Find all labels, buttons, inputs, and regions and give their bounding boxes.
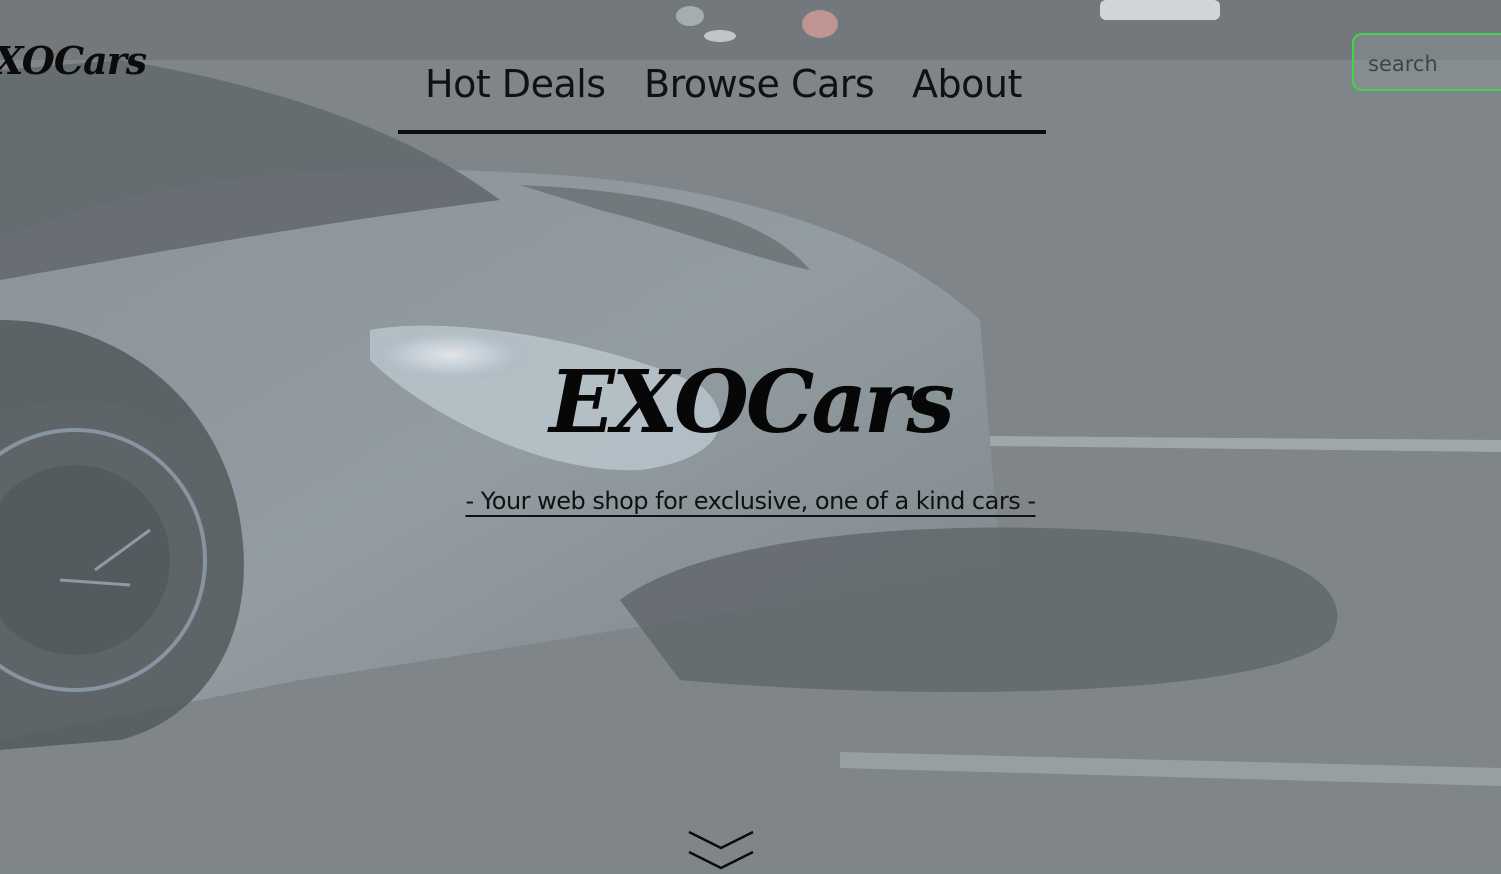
- search-box: [1352, 33, 1501, 91]
- hero-title: EXOCars: [549, 352, 955, 453]
- hero-tagline: - Your web shop for exclusive, one of a …: [465, 487, 1037, 515]
- search-input[interactable]: [1366, 43, 1501, 85]
- hero-tagline-container: - Your web shop for exclusive, one of a …: [0, 487, 1501, 515]
- main-navigation: Hot Deals Browse Cars About: [398, 58, 1046, 134]
- site-logo[interactable]: EXOCars: [0, 38, 147, 83]
- nav-link-hot-deals[interactable]: Hot Deals: [425, 62, 606, 106]
- scroll-down-chevron-icon[interactable]: [686, 826, 756, 870]
- nav-link-about[interactable]: About: [912, 62, 1022, 106]
- nav-link-browse-cars[interactable]: Browse Cars: [644, 62, 875, 106]
